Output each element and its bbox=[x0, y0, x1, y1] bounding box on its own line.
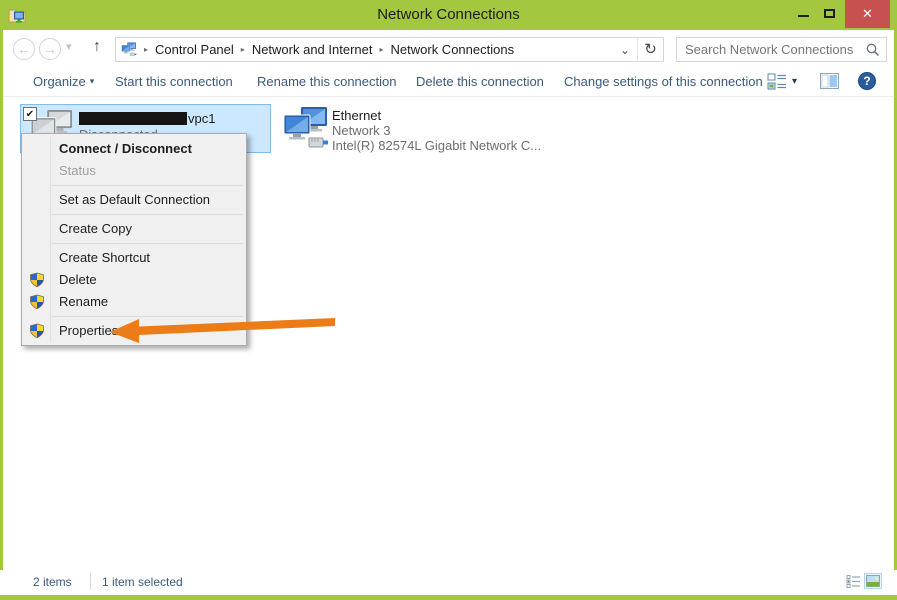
chevron-down-icon: ⌄ bbox=[620, 43, 630, 57]
delete-connection-button[interactable]: Delete this connection bbox=[416, 74, 544, 89]
help-icon: ? bbox=[863, 74, 870, 88]
close-icon: ✕ bbox=[862, 6, 873, 21]
maximize-icon bbox=[824, 9, 835, 18]
rename-connection-button[interactable]: Rename this connection bbox=[257, 74, 396, 89]
preview-pane-icon[interactable] bbox=[820, 73, 839, 89]
menu-item-create-copy[interactable]: Create Copy bbox=[22, 218, 246, 240]
breadcrumb-network-and-internet[interactable]: Network and Internet bbox=[252, 42, 373, 57]
breadcrumb-separator-icon: ▸ bbox=[137, 45, 155, 54]
start-connection-button[interactable]: Start this connection bbox=[115, 74, 233, 89]
menu-item-create-shortcut[interactable]: Create Shortcut bbox=[22, 247, 246, 269]
minimize-button[interactable] bbox=[790, 0, 816, 28]
breadcrumb-separator-icon: ▸ bbox=[234, 45, 252, 54]
help-button[interactable]: ? bbox=[858, 72, 876, 90]
details-view-icon[interactable] bbox=[846, 574, 861, 589]
history-dropdown-button[interactable]: ▾ bbox=[66, 40, 72, 53]
window-border-left bbox=[0, 0, 3, 570]
chevron-down-icon: ▾ bbox=[86, 76, 95, 86]
forward-icon: → bbox=[43, 41, 57, 57]
forward-button[interactable]: → bbox=[39, 38, 61, 60]
address-location-icon bbox=[121, 42, 137, 57]
selected-count: 1 item selected bbox=[102, 575, 183, 589]
statusbar-divider bbox=[90, 573, 91, 590]
app-icon[interactable] bbox=[8, 6, 26, 24]
ethernet-network: Network 3 bbox=[332, 123, 391, 138]
large-icons-view-icon[interactable] bbox=[864, 573, 882, 589]
search-icon bbox=[866, 43, 880, 57]
command-toolbar: Organize▾ Start this connection Rename t… bbox=[3, 67, 894, 97]
back-icon: ← bbox=[17, 41, 31, 57]
status-bar: 2 items 1 item selected bbox=[3, 568, 894, 595]
breadcrumb-control-panel[interactable]: Control Panel bbox=[155, 42, 234, 57]
connection-item-ethernet[interactable]: Ethernet Network 3 Intel(R) 82574L Gigab… bbox=[278, 103, 540, 153]
item-checkbox[interactable]: ✔ bbox=[23, 107, 37, 121]
address-dropdown-button[interactable]: ⌄ bbox=[613, 43, 637, 57]
uac-shield-icon bbox=[29, 272, 45, 288]
vpn-name-suffix: vpc1 bbox=[188, 111, 215, 126]
close-button[interactable]: ✕ bbox=[845, 0, 890, 28]
uac-shield-icon bbox=[29, 323, 45, 339]
up-button[interactable]: ↑ bbox=[93, 38, 101, 56]
refresh-button[interactable]: ↻ bbox=[637, 38, 663, 61]
search-input[interactable] bbox=[685, 42, 866, 57]
chevron-down-icon: ▾ bbox=[66, 41, 72, 53]
menu-item-set-default-connection[interactable]: Set as Default Connection bbox=[22, 189, 246, 211]
uac-shield-icon bbox=[29, 294, 45, 310]
ethernet-connection-icon bbox=[282, 105, 330, 151]
window-border-bottom bbox=[0, 595, 897, 600]
navigation-bar: ← → ▾ ↑ ▸ Control Panel ▸ Network and In… bbox=[3, 30, 894, 67]
check-icon: ✔ bbox=[26, 109, 34, 120]
chevron-down-icon: ▾ bbox=[792, 76, 797, 87]
menu-separator bbox=[52, 185, 243, 186]
change-settings-button[interactable]: Change settings of this connection bbox=[564, 74, 763, 89]
ethernet-device: Intel(R) 82574L Gigabit Network C... bbox=[332, 138, 541, 153]
refresh-icon: ↻ bbox=[644, 41, 657, 58]
window-title: Network Connections bbox=[0, 0, 897, 30]
titlebar: Network Connections ✕ bbox=[0, 0, 897, 30]
up-icon: ↑ bbox=[93, 38, 101, 55]
breadcrumb-network-connections[interactable]: Network Connections bbox=[391, 42, 515, 57]
breadcrumb-separator-icon: ▸ bbox=[373, 45, 391, 54]
ethernet-name: Ethernet bbox=[332, 108, 381, 123]
menu-separator bbox=[52, 214, 243, 215]
annotation-arrow bbox=[104, 309, 339, 345]
redacted-name-block bbox=[79, 112, 187, 125]
search-box[interactable] bbox=[676, 37, 887, 62]
menu-item-connect-disconnect[interactable]: Connect / Disconnect bbox=[22, 138, 246, 160]
menu-separator bbox=[52, 243, 243, 244]
view-options-icon[interactable] bbox=[767, 73, 787, 90]
maximize-button[interactable] bbox=[816, 0, 842, 28]
organize-button[interactable]: Organize▾ bbox=[33, 74, 94, 89]
thumbnail-image-icon bbox=[866, 575, 880, 587]
address-bar[interactable]: ▸ Control Panel ▸ Network and Internet ▸… bbox=[115, 37, 664, 62]
view-options-caret[interactable]: ▾ bbox=[792, 76, 797, 87]
menu-item-status: Status bbox=[22, 160, 246, 182]
menu-item-delete[interactable]: Delete bbox=[22, 269, 246, 291]
back-button[interactable]: ← bbox=[13, 38, 35, 60]
items-count: 2 items bbox=[33, 575, 72, 589]
minimize-icon bbox=[798, 15, 809, 17]
